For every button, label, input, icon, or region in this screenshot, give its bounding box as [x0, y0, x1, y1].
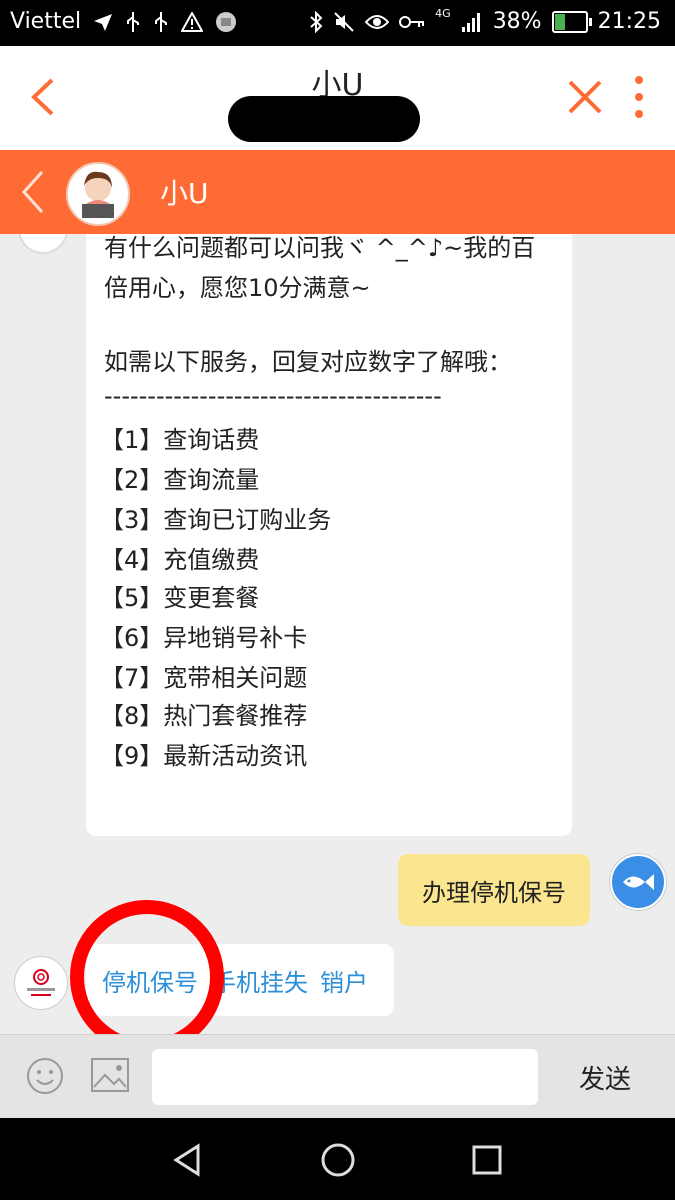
message-line: 【6】异地销号补卡 [100, 624, 308, 652]
status-bar: Viettel 4G 38% 21:25 [0, 0, 675, 46]
message-line: 【1】查询话费 [100, 426, 260, 454]
more-menu-icon[interactable] [624, 72, 654, 122]
china-unicom-logo-icon [27, 969, 55, 996]
message-line: 【3】查询已订购业务 [100, 506, 332, 534]
message-line: 【8】热门套餐推荐 [100, 702, 308, 730]
quick-link[interactable]: 手机挂失 [212, 963, 308, 998]
message-line: 【4】充值缴费 [100, 546, 260, 574]
message-line: 倍用心，愿您10分满意~ [104, 274, 371, 302]
user-message-text: 办理停机保号 [422, 878, 566, 907]
message-line: 【2】查询流量 [100, 466, 260, 494]
bot-message-bubble: 有什么问题都可以问我ヾ ^_^♪~我的百 倍用心，愿您10分满意~ 如需以下服务，回… [86, 234, 572, 836]
highlight-circle-annotation [70, 900, 224, 1034]
top-bar: 小U [0, 46, 675, 150]
usb-icon [155, 11, 168, 32]
chat-contact-name: 小U [160, 177, 209, 210]
message-line: 【7】宽带相关问题 [100, 664, 308, 692]
back-triangle-icon[interactable] [168, 1140, 208, 1180]
bluetooth-icon [310, 10, 323, 33]
key-icon [399, 15, 425, 28]
message-line: 如需以下服务，回复对应数字了解哦： [104, 348, 512, 376]
avatar[interactable] [14, 956, 68, 1010]
network-label: 4G [435, 7, 451, 20]
fish-icon [623, 874, 654, 890]
battery-percent: 38% [492, 9, 542, 34]
warning-icon [181, 11, 204, 32]
message-line: 【5】变更套餐 [100, 584, 260, 612]
avatar[interactable] [66, 162, 130, 226]
carrier-label: Viettel [10, 9, 82, 34]
avatar[interactable] [610, 854, 666, 910]
clock: 21:25 [597, 9, 661, 34]
send-icon [94, 13, 113, 31]
input-bar: 发送 [0, 1034, 675, 1119]
message-line: --------------------------------------- [104, 382, 442, 410]
chat-area[interactable]: 有什么问题都可以问我ヾ ^_^♪~我的百 倍用心，愿您10分满意~ 如需以下服务，回… [0, 234, 675, 1034]
quick-link[interactable]: 销户 [320, 963, 368, 998]
usb-icon [127, 11, 140, 32]
battery-icon [551, 10, 592, 33]
close-icon[interactable] [560, 72, 610, 122]
eye-icon [365, 14, 390, 29]
message-input[interactable] [152, 1049, 538, 1105]
redacted-subtitle [228, 96, 420, 142]
user-message-bubble: 办理停机保号 [398, 854, 590, 926]
home-circle-icon[interactable] [318, 1140, 358, 1180]
recents-square-icon[interactable] [467, 1140, 507, 1180]
app-icon [216, 11, 237, 32]
signal-icon [461, 12, 480, 32]
back-arrow-icon[interactable] [14, 166, 54, 218]
emoji-icon[interactable] [26, 1057, 64, 1095]
system-nav-bar [0, 1118, 675, 1200]
avatar [18, 234, 68, 254]
mute-icon [334, 11, 354, 32]
chat-header: 小U [0, 150, 675, 234]
image-icon[interactable] [90, 1057, 130, 1093]
send-button[interactable]: 发送 [560, 1055, 650, 1099]
message-line: 有什么问题都可以问我ヾ ^_^♪~我的百 [104, 234, 536, 262]
agent-avatar-icon [82, 171, 114, 218]
message-line: 【9】最新活动资讯 [100, 742, 308, 770]
